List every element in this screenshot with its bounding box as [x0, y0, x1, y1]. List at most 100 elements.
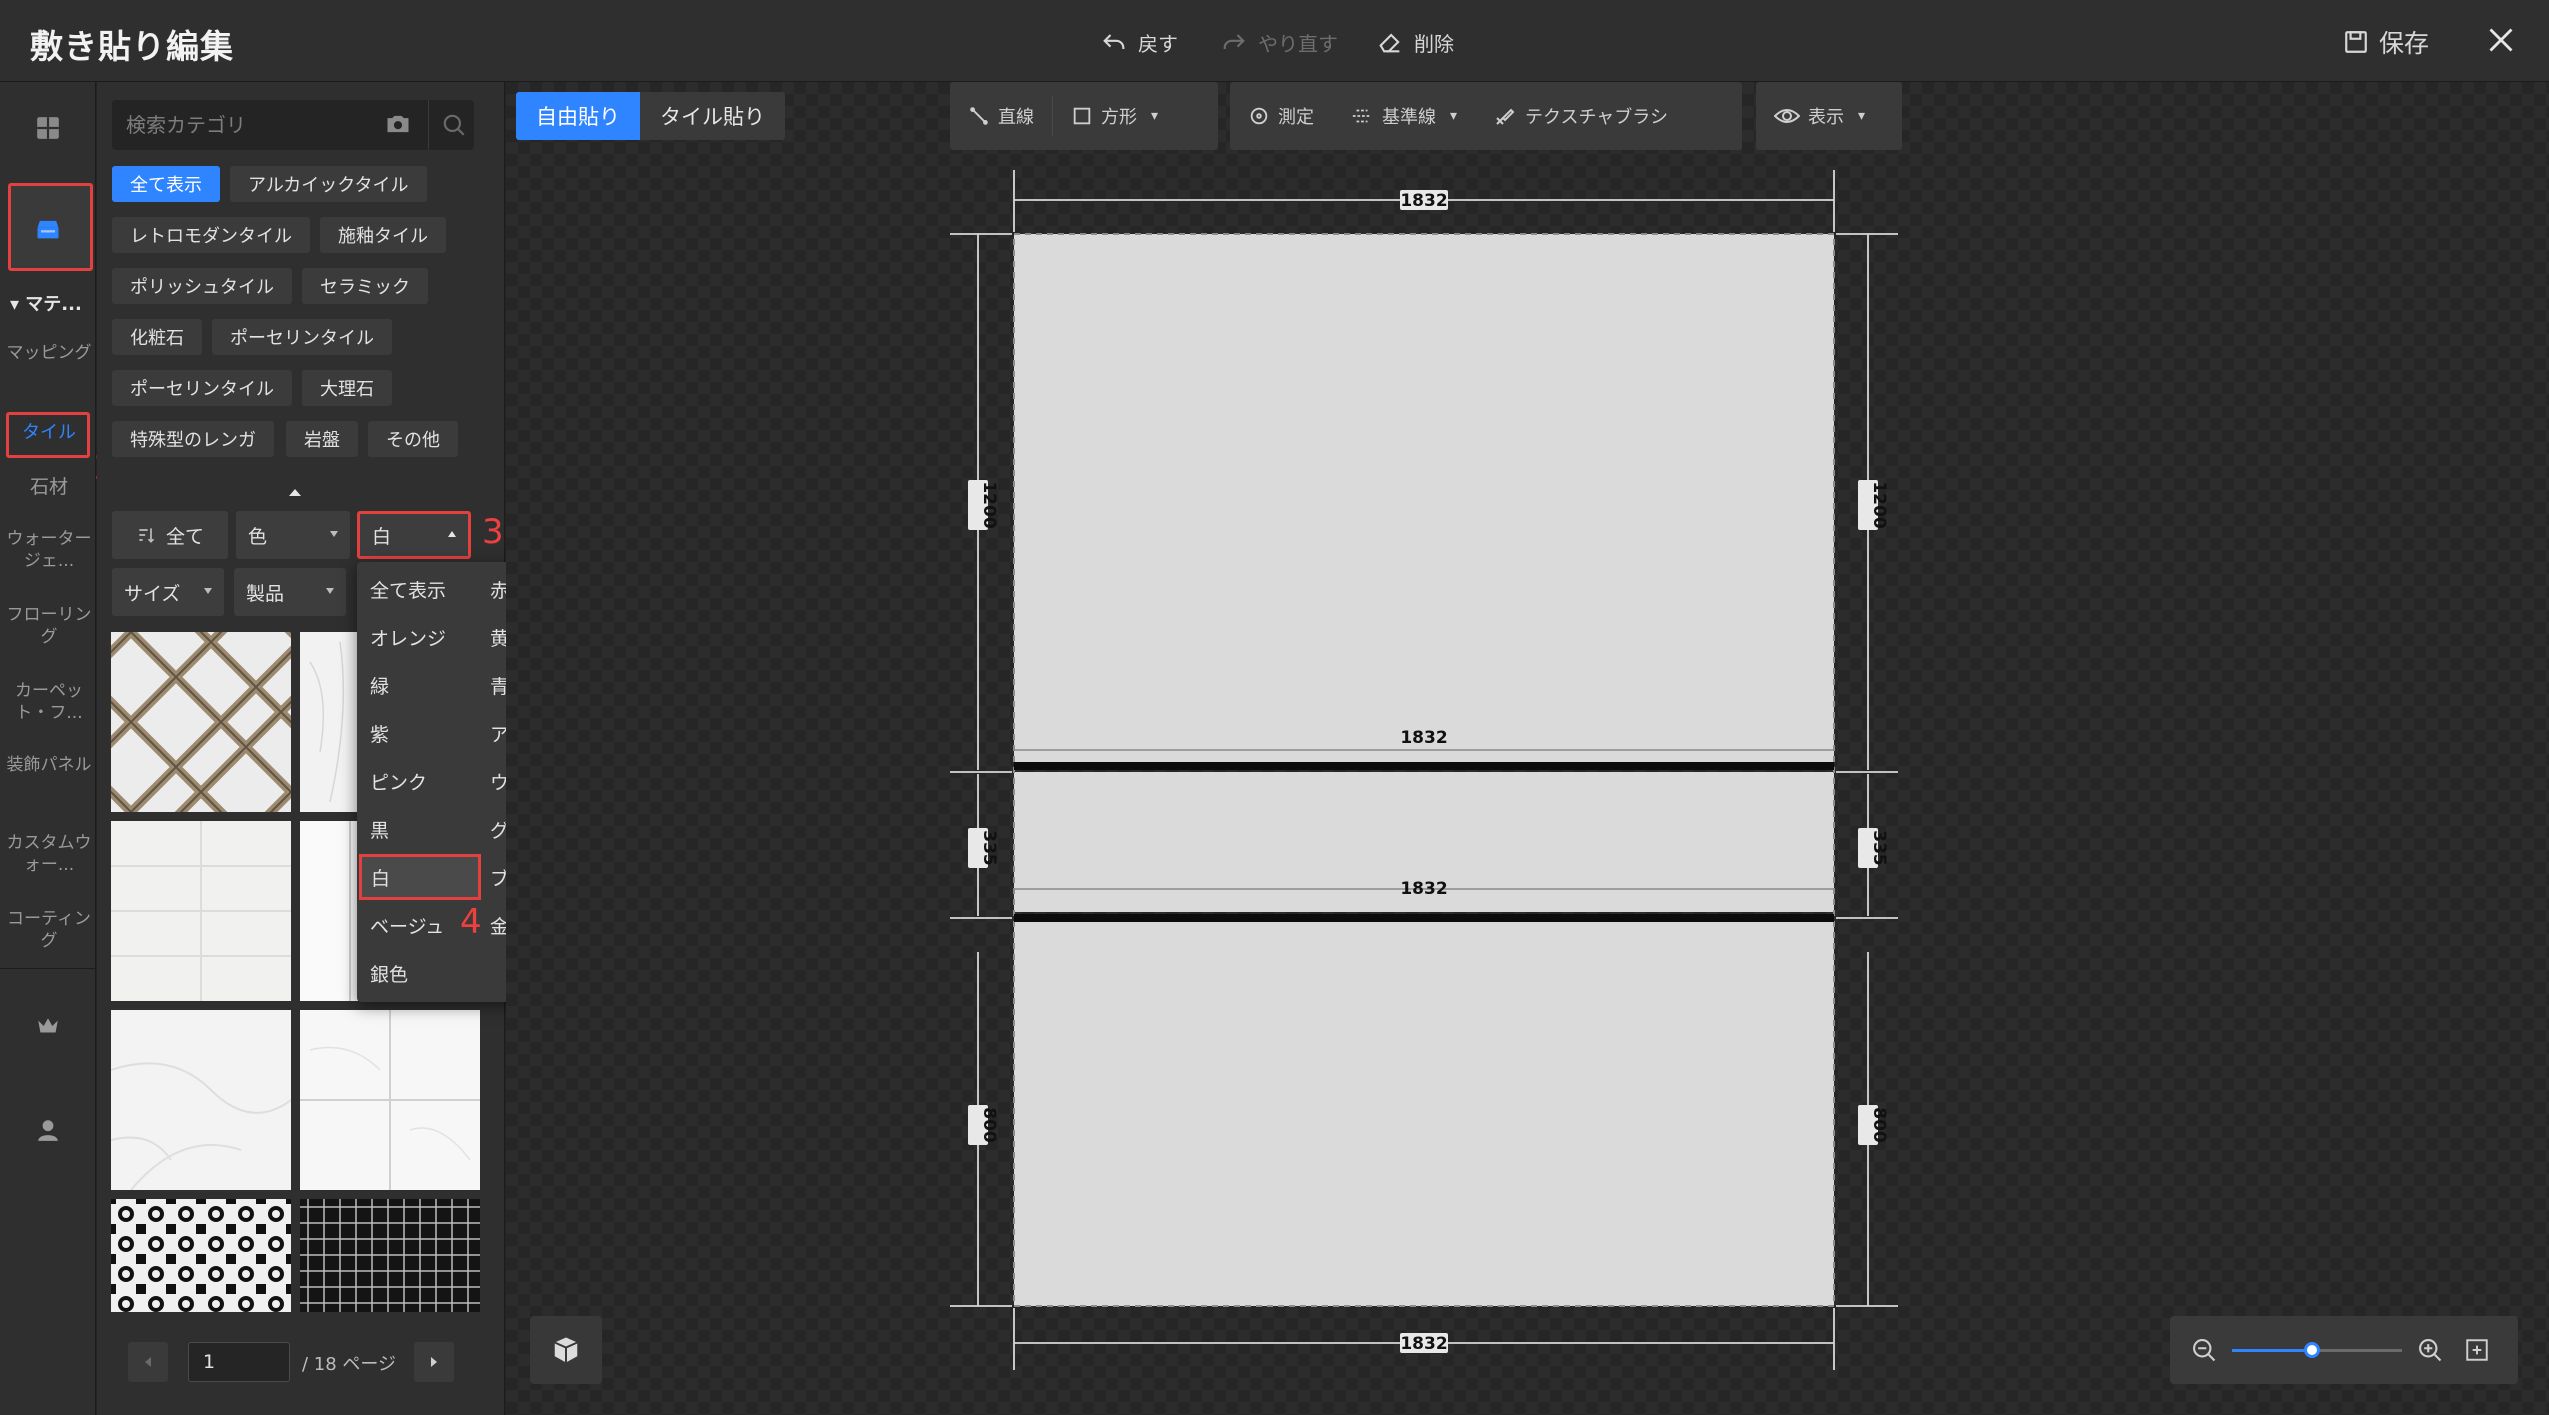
zoom-in-button[interactable] — [2416, 1336, 2444, 1368]
account-button[interactable] — [24, 1106, 72, 1154]
category-chip[interactable]: ポーセリンタイル — [112, 370, 292, 406]
color-option[interactable]: 緑 — [370, 661, 470, 709]
line-tool[interactable]: 直線 — [950, 82, 1052, 150]
page-number-input[interactable] — [188, 1342, 290, 1382]
product-filter-label: 製品 — [246, 582, 285, 605]
brush-icon — [1496, 108, 1515, 125]
undo-label: 戻す — [1138, 31, 1178, 56]
color-option[interactable]: 黒 — [370, 805, 470, 853]
rail-item-custom[interactable]: カスタムウォー... — [4, 832, 94, 876]
chevron-down-icon — [204, 588, 212, 594]
view-toggle[interactable]: 表示 ▾ — [1756, 82, 1883, 150]
tile-thumbnail[interactable] — [111, 1010, 291, 1190]
tile-thumbnail[interactable] — [300, 821, 358, 1001]
size-filter-select[interactable]: サイズ — [112, 568, 224, 616]
color-filter-label: 色 — [248, 525, 268, 548]
category-chip[interactable]: アルカイックタイル — [230, 166, 427, 202]
color-option-selected[interactable]: 白 — [359, 854, 481, 900]
tile-thumbnail[interactable] — [300, 632, 358, 812]
color-option[interactable]: 銀色 — [370, 949, 470, 997]
tile-thumbnail[interactable] — [300, 1199, 480, 1312]
sort-all-button[interactable]: 全て — [112, 511, 228, 559]
line-icon — [970, 107, 988, 125]
rect-tool[interactable]: 方形 ▾ — [1053, 82, 1176, 150]
search-button[interactable] — [428, 100, 478, 150]
rail-section-material[interactable]: ▾ マテ... — [10, 290, 82, 316]
rail-item-flooring[interactable]: フローリング — [4, 604, 94, 648]
cube-icon — [554, 1337, 578, 1363]
color-filter-select[interactable]: 色 — [236, 511, 350, 559]
close-button[interactable] — [2477, 16, 2525, 64]
zoom-slider-fill — [2232, 1349, 2312, 1352]
category-chip[interactable]: レトロモダンタイル — [112, 217, 310, 253]
color-option[interactable]: 紫 — [370, 709, 470, 757]
color-option[interactable]: ピンク — [370, 757, 470, 805]
product-filter-select[interactable]: 製品 — [234, 568, 346, 616]
prev-page-button[interactable] — [128, 1342, 168, 1382]
category-chip[interactable]: 岩盤 — [286, 421, 358, 457]
rect-tool-label: 方形 — [1101, 107, 1137, 128]
camera-icon — [387, 115, 409, 133]
category-chip[interactable]: セラミック — [302, 268, 428, 304]
selected-color-label: 白 — [372, 525, 392, 548]
chevron-down-icon: ▾ — [1151, 108, 1159, 124]
user-icon — [38, 1120, 58, 1141]
category-chip[interactable]: 大理石 — [302, 370, 392, 406]
redo-icon — [1223, 34, 1245, 49]
delete-label: 削除 — [1414, 31, 1454, 56]
measure-tools-group: 測定 基準線 ▾ テクスチャブラシ — [1230, 82, 1742, 150]
paving-mode-toggle: 自由貼り タイル貼り — [516, 92, 785, 140]
tile-paving-tab[interactable]: タイル貼り — [640, 92, 785, 140]
zoom-slider-handle[interactable] — [2303, 1342, 2320, 1358]
category-chip[interactable]: 特殊型のレンガ — [112, 421, 274, 457]
zoom-out-button[interactable] — [2190, 1336, 2218, 1368]
rail-item-waterjet[interactable]: ウォータージェ... — [4, 528, 94, 572]
page-total: / 18 ページ — [302, 1354, 397, 1375]
undo-button[interactable]: 戻す — [1100, 26, 1178, 58]
category-chip[interactable]: ポリッシュタイル — [112, 268, 292, 304]
texture-brush-tool[interactable]: テクスチャブラシ — [1475, 82, 1686, 150]
color-option[interactable]: オレンジ — [370, 613, 470, 661]
rail-item-carpet[interactable]: カーペット・フ... — [4, 680, 94, 724]
category-chip-all[interactable]: 全て表示 — [112, 166, 220, 202]
selected-color-select[interactable]: 白 — [357, 511, 471, 559]
size-filter-label: サイズ — [124, 582, 181, 605]
category-chip[interactable]: 化粧石 — [112, 319, 202, 355]
measure-tool[interactable]: 測定 — [1230, 82, 1332, 150]
category-chip[interactable]: ポーセリンタイル — [212, 319, 392, 355]
fit-to-screen-button[interactable] — [2464, 1337, 2490, 1367]
category-chip[interactable]: 施釉タイル — [320, 217, 446, 253]
left-rail — [0, 82, 96, 1415]
rail-item-panel[interactable]: 装飾パネル — [4, 754, 94, 776]
tile-thumbnail[interactable] — [111, 1199, 291, 1312]
redo-button[interactable]: やり直す — [1220, 26, 1338, 58]
layout-button[interactable] — [24, 104, 72, 152]
drawing-canvas[interactable] — [506, 82, 2549, 1415]
tile-thumbnail[interactable] — [300, 1010, 480, 1190]
tile-thumbnail[interactable] — [111, 632, 291, 812]
3d-view-button[interactable] — [530, 1316, 602, 1384]
rail-item-mapping[interactable]: マッピング — [4, 342, 94, 364]
color-option[interactable]: ベージュ — [370, 901, 450, 949]
baseline-tool[interactable]: 基準線 ▾ — [1332, 82, 1475, 150]
color-option[interactable]: 全て表示 — [370, 565, 470, 613]
chevron-down-icon: ▾ — [1450, 108, 1458, 124]
tile-thumbnail[interactable] — [111, 821, 291, 1001]
search-input[interactable] — [126, 100, 366, 150]
eraser-icon — [1379, 33, 1400, 53]
chevron-right-icon — [431, 1357, 437, 1367]
collapse-categories-button[interactable] — [288, 482, 302, 501]
rail-item-coating[interactable]: コーティング — [4, 908, 94, 952]
premium-button[interactable] — [24, 1002, 72, 1050]
rail-item-stone[interactable]: 石材 — [4, 476, 94, 498]
save-button[interactable]: 保存 — [2343, 24, 2429, 60]
free-paving-tab[interactable]: 自由貼り — [516, 92, 640, 140]
rail-item-tile[interactable]: タイル — [4, 422, 94, 444]
rail-divider — [0, 968, 96, 969]
category-chip[interactable]: その他 — [368, 421, 458, 457]
next-page-button[interactable] — [414, 1342, 454, 1382]
measure-icon — [1250, 107, 1268, 125]
baseline-tool-label: 基準線 — [1382, 107, 1436, 128]
delete-button[interactable]: 削除 — [1376, 26, 1454, 58]
image-search-button[interactable] — [384, 110, 412, 142]
